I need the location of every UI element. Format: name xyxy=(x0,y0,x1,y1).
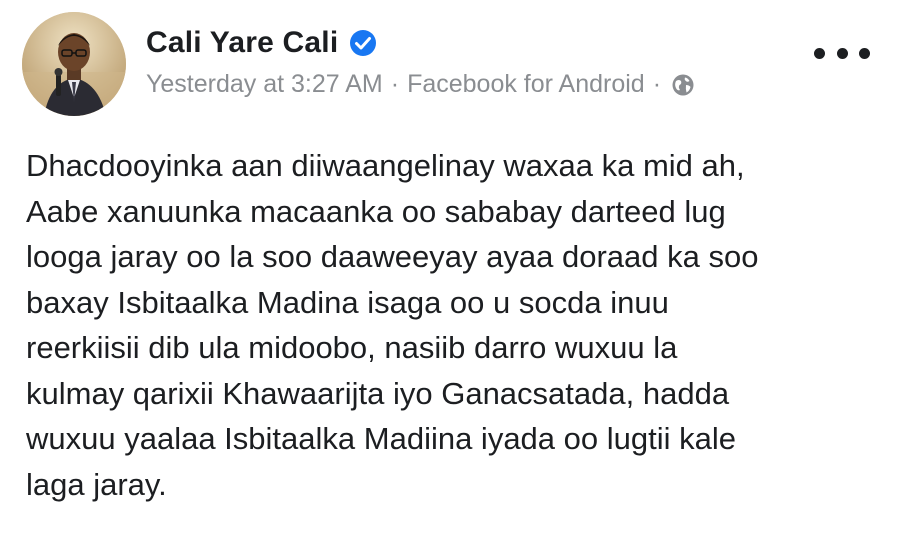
post-meta: Yesterday at 3:27 AM · Facebook for Andr… xyxy=(146,70,695,99)
post-text-line: laga jaray. xyxy=(26,466,167,502)
more-horizontal-icon xyxy=(859,47,870,59)
post-text-line: wuxuu yaalaa Isbitaalka Madiina iyada oo… xyxy=(26,421,736,456)
post-text-line: Dhacdooyinka aan diiwaangelinay waxaa ka… xyxy=(26,148,745,183)
post-source: Facebook for Android xyxy=(407,70,645,98)
post-text-line: looga jaray oo la soo daaweeyay ayaa dor… xyxy=(26,239,759,274)
post-text-line: Aabe xanuunka macaanka oo sababay dartee… xyxy=(26,193,726,229)
globe-icon[interactable] xyxy=(671,73,695,97)
more-options-button[interactable] xyxy=(814,38,870,68)
post-text-line: kulmay qarixii Khawaarijta iyo Ganacsata… xyxy=(26,375,730,411)
verified-badge-icon xyxy=(348,28,378,58)
author-name[interactable]: Cali Yare Cali xyxy=(146,26,338,60)
facebook-post: Cali Yare Cali Yesterday at 3:27 AM · Fa… xyxy=(0,0,900,540)
meta-separator: · xyxy=(652,70,662,98)
more-horizontal-icon xyxy=(836,47,848,59)
author-avatar[interactable] xyxy=(22,12,126,116)
meta-separator: · xyxy=(390,70,400,98)
author-line: Cali Yare Cali xyxy=(146,26,378,60)
avatar-photo xyxy=(22,12,126,116)
post-text-line: baxay Isbitaalka Madina isaga oo u socda… xyxy=(26,284,669,320)
post-timestamp[interactable]: Yesterday at 3:27 AM xyxy=(146,70,383,99)
post-body-text: Dhacdooyinka aan diiwaangelinay waxaa ka… xyxy=(26,143,876,507)
post-text-line: reerkiisii dib ula midoobo, nasiib darro… xyxy=(26,330,678,365)
more-horizontal-icon xyxy=(814,47,825,59)
